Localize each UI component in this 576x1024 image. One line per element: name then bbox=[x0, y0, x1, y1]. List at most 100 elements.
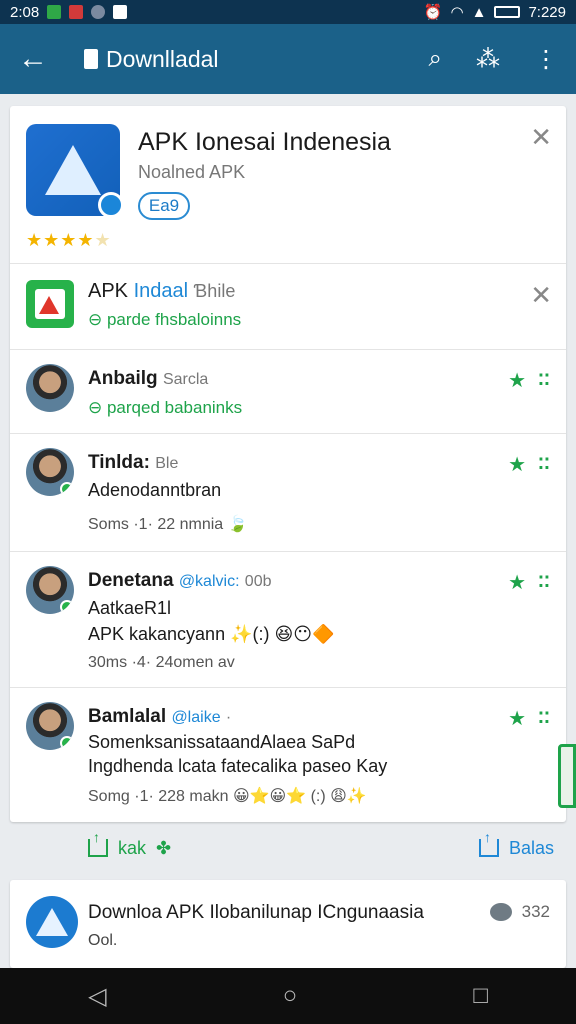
wifi-icon: ◠ bbox=[450, 4, 464, 21]
leaf-icon: 🍃 bbox=[227, 516, 248, 533]
comment-text-line1: AatkaeR1l bbox=[88, 598, 172, 618]
comment-author: Denetana @kalvic: 00b bbox=[88, 570, 272, 592]
arrow-left-icon[interactable]: ← bbox=[18, 42, 58, 76]
app-pill-button[interactable]: Ea9 bbox=[138, 192, 190, 220]
battery-icon bbox=[494, 6, 521, 18]
comment-author: Anbailg Sarcla bbox=[88, 368, 208, 390]
page-title: Downlladal bbox=[106, 45, 219, 72]
comment-text-line1: SomenksanissataandAlaea SaPd bbox=[88, 732, 356, 752]
nav-back-icon[interactable]: ◁ bbox=[88, 982, 106, 1011]
search-icon[interactable]: ⌕ bbox=[429, 45, 442, 73]
drag-handle-icon[interactable]: ⁚⁚ bbox=[538, 572, 550, 592]
comment-text-line2: APK kakancyann ✨(:) 😆😶🔶 bbox=[88, 624, 335, 644]
author-name: Bamlalal bbox=[88, 706, 167, 727]
star-empty-icon: ★ bbox=[94, 230, 112, 250]
rating-stars: ★★★★★ bbox=[26, 230, 112, 251]
news-subtitle: Ool. bbox=[88, 932, 118, 949]
shield-icon bbox=[91, 5, 106, 19]
comment-author: Tinlda: Ble bbox=[88, 452, 178, 474]
author-name: Denetana bbox=[88, 570, 174, 591]
comment-text-line2: Ingdhenda lcata fatecalika paseo Kay bbox=[88, 756, 388, 776]
author-handle[interactable]: @kalvic: bbox=[179, 573, 240, 590]
comment-count[interactable]: 332 bbox=[489, 902, 550, 922]
verified-badge-icon bbox=[98, 192, 124, 218]
close-icon[interactable]: ✕ bbox=[530, 280, 552, 311]
action-bar: kak ✤ Balas bbox=[0, 822, 576, 874]
author-extra: · bbox=[225, 709, 232, 726]
app-bar-title-group: Downlladal bbox=[84, 46, 429, 73]
system-nav-bar: ◁ ○ □ bbox=[0, 968, 576, 1024]
news-app-icon bbox=[26, 896, 78, 948]
comment-row[interactable]: Bamlalal @laike · SomenksanissataandAlae… bbox=[10, 688, 566, 820]
reply-button[interactable]: Balas bbox=[478, 829, 554, 859]
document-icon bbox=[84, 49, 98, 69]
star-icon[interactable]: ★ bbox=[508, 706, 526, 731]
status-bar: 2:08 ⏰ ◠ ▲ 7:229 bbox=[0, 0, 576, 24]
news-title: Downloa APK Ilobanilunap ICngunaasia bbox=[88, 902, 424, 923]
author-name: Tinlda: bbox=[88, 452, 150, 473]
drag-handle-icon[interactable]: ⁚⁚ bbox=[538, 454, 550, 474]
upload-icon bbox=[88, 829, 108, 857]
comment-status: ⊖ parqed babaninks bbox=[88, 398, 243, 417]
alarm-icon: ⏰ bbox=[423, 4, 443, 21]
comment-author: Bamlalal @laike · bbox=[88, 706, 231, 728]
author-extra: Ble bbox=[155, 455, 179, 472]
star-icon[interactable]: ★ bbox=[508, 570, 526, 595]
status-time-right: 7:229 bbox=[528, 3, 566, 21]
sparkle-icon: ✤ bbox=[156, 837, 172, 858]
star-icon[interactable]: ★ bbox=[508, 368, 526, 393]
close-icon[interactable]: ✕ bbox=[530, 122, 552, 153]
star-icon[interactable]: ★ bbox=[508, 452, 526, 477]
app-item-status-text: parde fhsbaloinns bbox=[106, 310, 242, 329]
status-time-left: 2:08 bbox=[10, 3, 40, 21]
comment-count-value: 332 bbox=[521, 902, 550, 921]
comment-meta: Somg ·1· 228 makn 😀⭐😀⭐ (:) 😩✨ bbox=[88, 788, 367, 805]
comment-meta-text: Soms ·1· 22 nmnia bbox=[88, 516, 224, 533]
app-subtitle: Noalned APK bbox=[138, 162, 246, 182]
nav-home-icon[interactable]: ○ bbox=[283, 982, 298, 1010]
comment-row[interactable]: Denetana @kalvic: 00b AatkaeR1l APK kaka… bbox=[10, 552, 566, 688]
comment-text: Adenodanntbran bbox=[88, 480, 222, 500]
comment-row[interactable]: Tinlda: Ble Adenodanntbran Soms ·1· 22 n… bbox=[10, 434, 566, 552]
share-icon bbox=[478, 829, 499, 857]
app-title: APK Ionesai Indenesia bbox=[138, 128, 391, 156]
author-handle[interactable]: @laike bbox=[171, 709, 220, 726]
nav-recents-icon[interactable]: □ bbox=[473, 982, 488, 1010]
app-icon bbox=[26, 124, 124, 218]
comment-row[interactable]: Anbailg Sarcla ⊖ parqed babaninks ★ ⁚⁚ bbox=[10, 350, 566, 434]
downloads-card: APK Ionesai Indenesia Noalned APK Ea9 ★★… bbox=[10, 106, 576, 822]
news-item[interactable]: Downloa APK Ilobanilunap ICngunaasia Ool… bbox=[10, 880, 566, 968]
featured-app-item[interactable]: APK Ionesai Indenesia Noalned APK Ea9 ★★… bbox=[10, 106, 566, 264]
like-button-label: kak bbox=[118, 837, 147, 858]
like-button[interactable]: kak ✤ bbox=[88, 829, 172, 859]
app-item-name: APK Indaal Ɓhile bbox=[88, 280, 235, 303]
author-extra: 00b bbox=[244, 573, 272, 590]
more-vert-icon[interactable]: ⋮ bbox=[534, 45, 558, 74]
app-item-name-suffix: Ɓhile bbox=[193, 281, 236, 301]
author-name: Anbailg bbox=[88, 368, 158, 389]
app-bar: ← Downlladal ⌕ ⁂ ⋮ bbox=[0, 24, 576, 94]
app-bar-actions: ⌕ ⁂ ⋮ bbox=[429, 45, 558, 74]
signal-icon: ▲ bbox=[471, 3, 487, 21]
app-item-status: ⊖ parde fhsbaloinns bbox=[88, 310, 242, 329]
share-network-icon[interactable]: ⁂ bbox=[476, 45, 500, 74]
app-notification-icon bbox=[69, 5, 84, 19]
side-panel-tab[interactable] bbox=[558, 744, 576, 808]
avatar bbox=[26, 566, 74, 614]
image-icon bbox=[113, 5, 128, 19]
avatar bbox=[26, 702, 74, 750]
notification-icon bbox=[47, 5, 62, 19]
drag-handle-icon[interactable]: ⁚⁚ bbox=[538, 370, 550, 390]
comment-meta: Soms ·1· 22 nmnia 🍃 bbox=[88, 514, 248, 534]
app-item-name-prefix: APK bbox=[88, 280, 129, 302]
avatar bbox=[26, 448, 74, 496]
comment-meta: 30ms ·4· 24omen av bbox=[88, 654, 235, 671]
drag-handle-icon[interactable]: ⁚⁚ bbox=[538, 708, 550, 728]
reply-button-label: Balas bbox=[508, 837, 554, 858]
app-item-name-highlight: Indaal bbox=[133, 280, 189, 302]
comment-status-text: parqed babaninks bbox=[106, 398, 243, 417]
app-list-item[interactable]: APK Indaal Ɓhile ⊖ parde fhsbaloinns ✕ bbox=[10, 264, 566, 350]
stars-filled: ★★★★ bbox=[26, 230, 95, 250]
avatar bbox=[26, 364, 74, 412]
author-extra: Sarcla bbox=[162, 371, 209, 388]
